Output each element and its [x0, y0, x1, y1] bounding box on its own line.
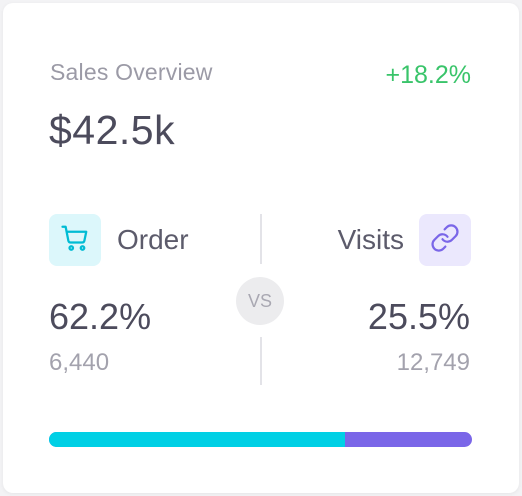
change-percentage: +18.2%	[385, 61, 472, 89]
order-icon-container	[49, 214, 101, 266]
sales-overview-card: Sales Overview +18.2% $42.5k Order VS Vi…	[3, 3, 519, 493]
order-count: 6,440	[49, 349, 110, 376]
order-percentage: 62.2%	[49, 296, 152, 337]
visits-count: 12,749	[396, 349, 470, 376]
divider-top	[260, 214, 262, 264]
vs-badge: VS	[236, 277, 284, 325]
card-title: Sales Overview	[50, 59, 213, 85]
visits-label: Visits	[337, 224, 404, 255]
order-label: Order	[117, 224, 189, 255]
sales-total: $42.5k	[49, 107, 176, 153]
cart-icon	[60, 223, 90, 258]
visits-progress-segment	[345, 432, 472, 447]
order-progress-segment	[49, 432, 346, 447]
visits-icon-container	[419, 214, 471, 266]
order-visits-progress-bar	[49, 432, 472, 447]
link-icon	[430, 223, 460, 258]
visits-percentage: 25.5%	[367, 296, 470, 337]
divider-bottom	[260, 337, 262, 385]
